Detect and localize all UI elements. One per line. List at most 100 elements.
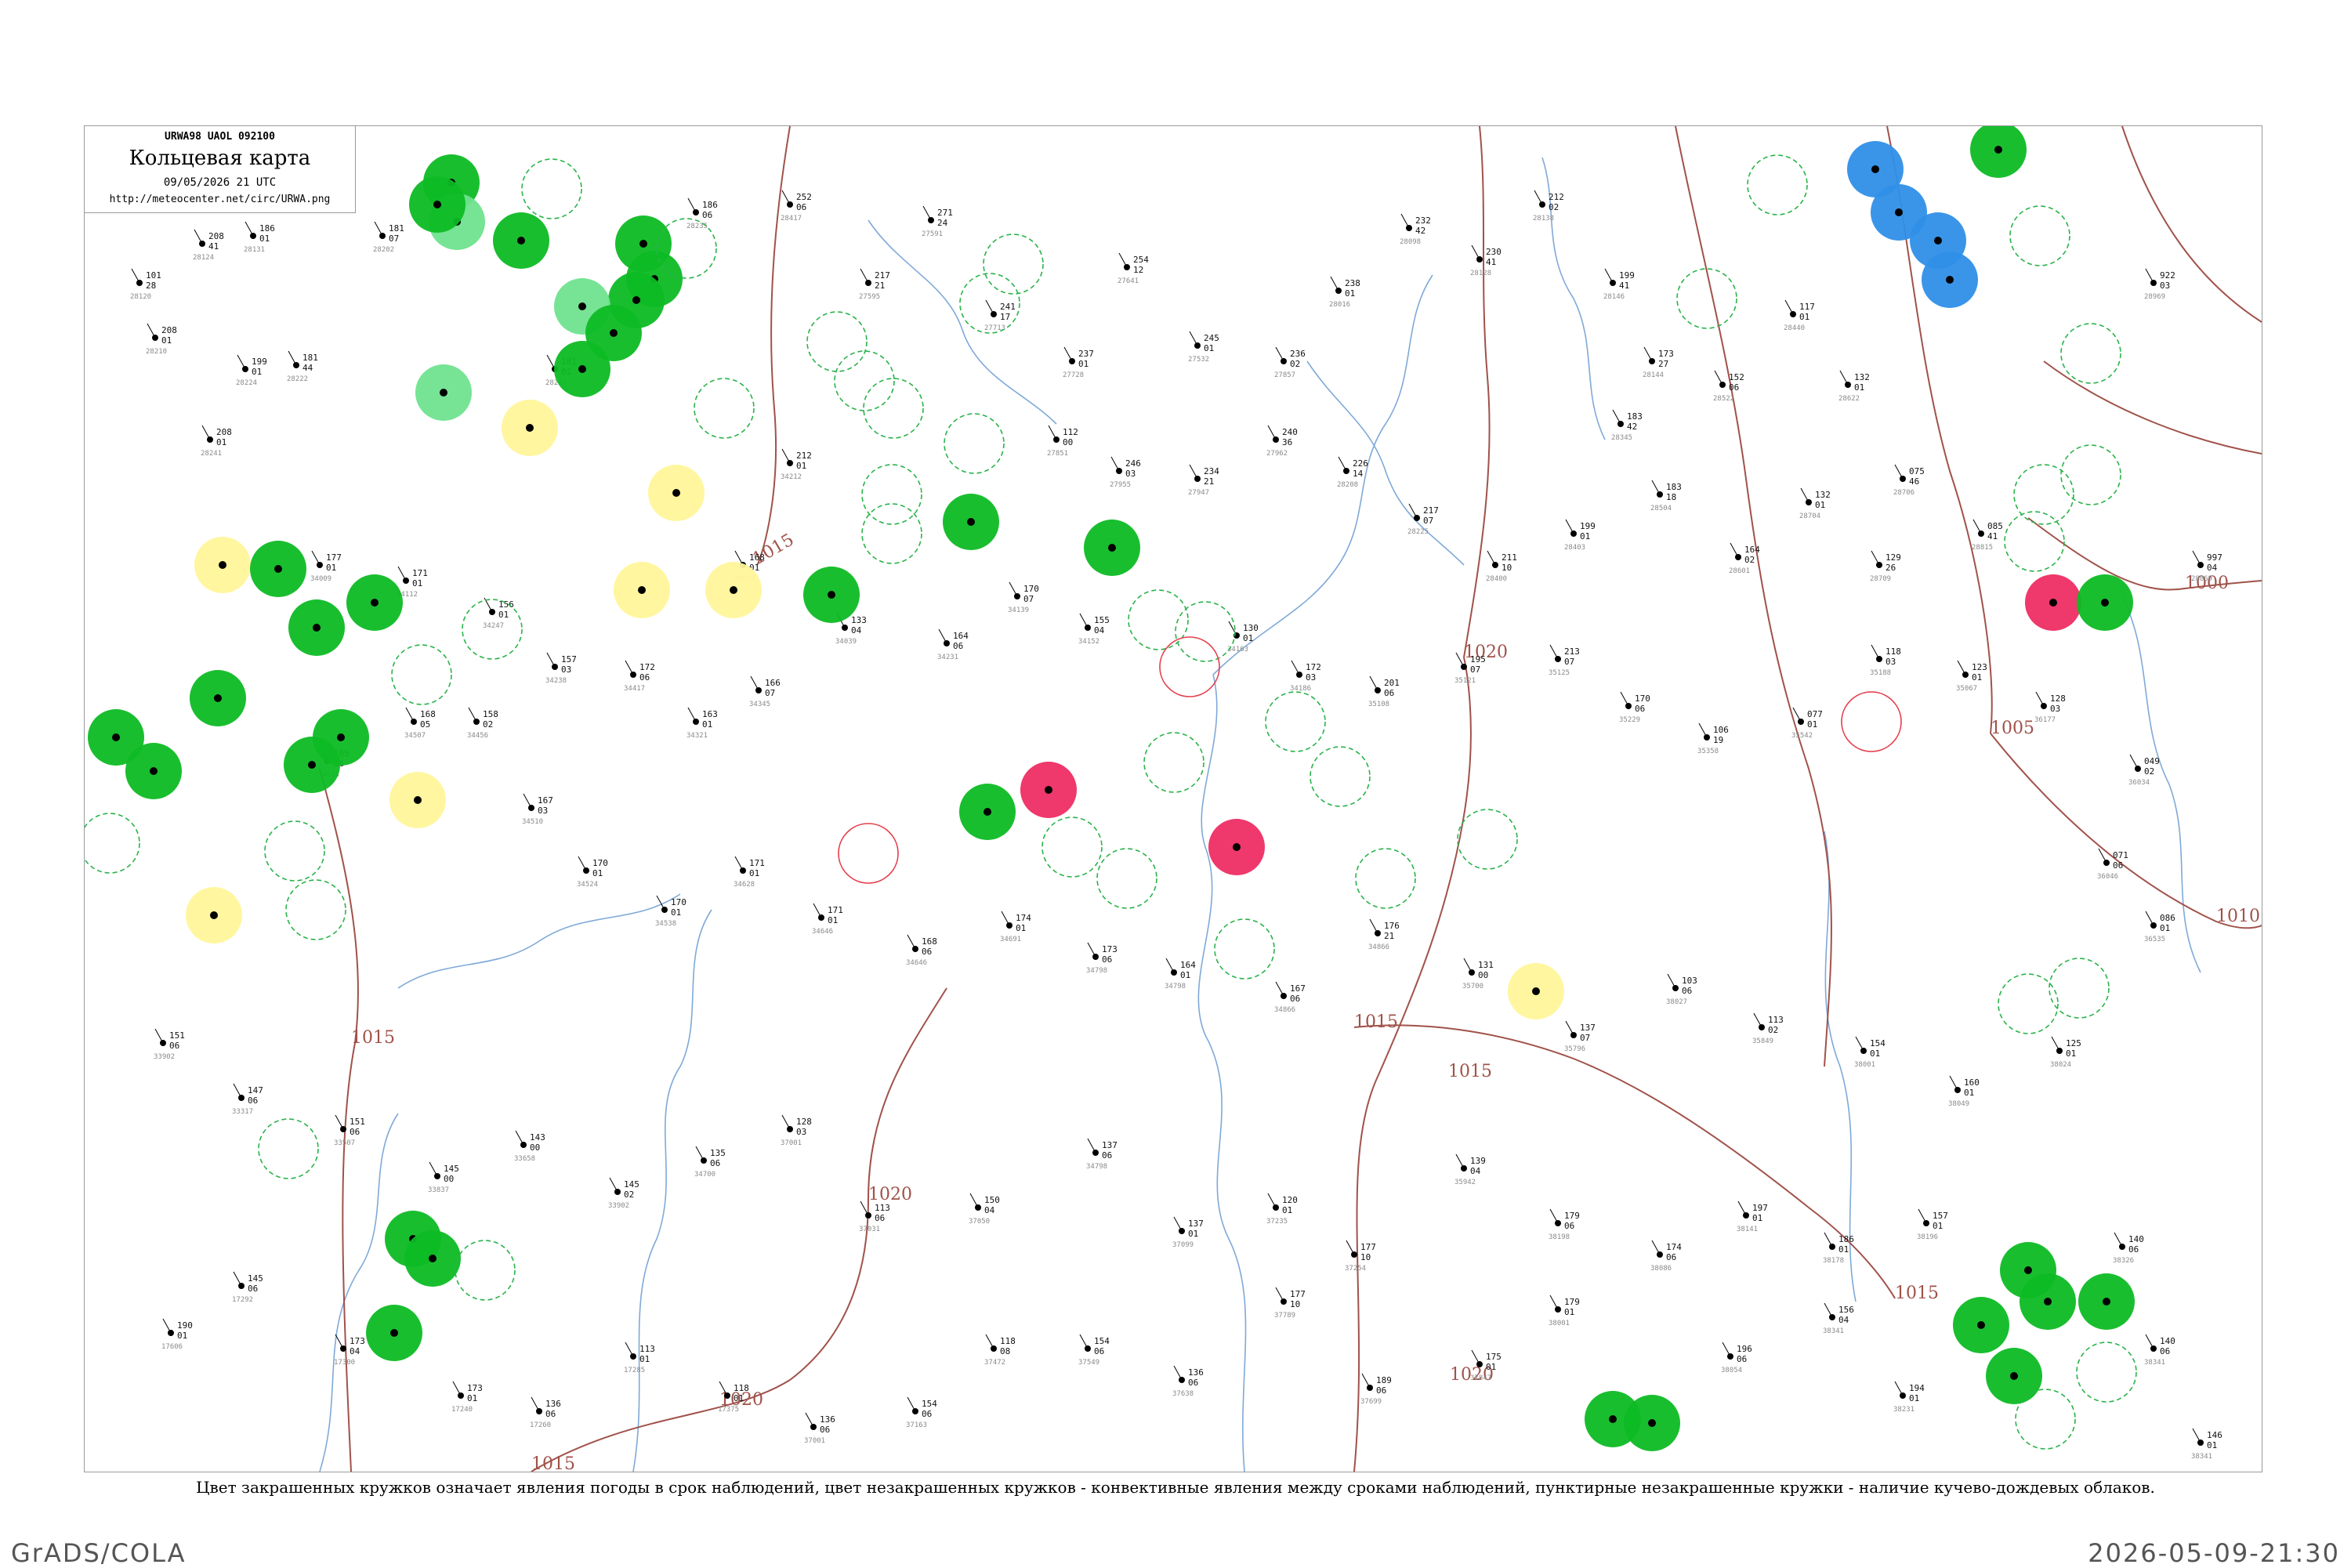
river-9 [319, 1113, 399, 1472]
station: 15401 38001 [1854, 1036, 1886, 1069]
station: 19701 38141 [1737, 1200, 1768, 1233]
weather-circle-yellow [389, 772, 446, 828]
wind-barb [1189, 331, 1198, 346]
station: 15106 33507 [334, 1114, 365, 1147]
wind-barb [1275, 1287, 1284, 1302]
station-tendency: 01 [639, 1354, 650, 1364]
station-index: 35125 [1549, 669, 1570, 677]
wind-barb [335, 1334, 344, 1349]
station-tendency: 01 [671, 907, 681, 918]
map-title: Кольцевая карта [129, 147, 311, 170]
wind-barb [1612, 409, 1621, 425]
station-tendency: 26 [1886, 563, 1896, 573]
station-tendency: 02 [624, 1190, 634, 1200]
station-index: 28440 [1784, 324, 1805, 332]
station-tendency: 01 [177, 1331, 187, 1341]
station-index: 28869 [2191, 575, 2212, 583]
weather-circle-green [346, 574, 403, 631]
station: 13707 35796 [1564, 1020, 1596, 1053]
wind-barb [1753, 1012, 1762, 1028]
station: 15802 34456 [467, 707, 498, 740]
isobar-line-1 [756, 126, 791, 566]
weather-circle-green [1953, 1297, 2009, 1353]
station-dot [672, 489, 680, 497]
station-tendency: 06 [248, 1095, 258, 1106]
wind-barb [1291, 660, 1300, 675]
station-index: 38141 [1737, 1226, 1758, 1233]
weather-circle-green [2020, 1273, 2076, 1330]
station-tendency: 10 [1502, 563, 1512, 573]
convective-circle [838, 823, 899, 884]
weather-circle-red [1208, 819, 1265, 875]
cb-dashed-circle [1676, 268, 1737, 329]
station-tendency: 01 [1909, 1393, 1919, 1403]
station-pressure: 201 [1384, 678, 1400, 688]
wind-barb [237, 354, 246, 370]
station: 17001 34524 [577, 856, 608, 889]
map-source-url[interactable]: http://meteocenter.net/circ/URWA.png [85, 194, 355, 205]
station-index: 33658 [514, 1155, 535, 1163]
isobar-labels-layer: 1015990995100010051010102010151015102010… [351, 531, 2260, 1472]
weather-circle-green [1084, 520, 1140, 576]
wind-barb [1839, 370, 1849, 386]
station: 23041 28128 [1470, 244, 1502, 277]
station-index: 27857 [1274, 371, 1295, 379]
wind-barb [1784, 299, 1794, 315]
station: 13606 37001 [804, 1412, 835, 1445]
station: 17710 37789 [1274, 1287, 1306, 1320]
station-dot [274, 565, 282, 573]
station-tendency: 01 [2207, 1440, 2217, 1450]
cb-dashed-circle [2076, 1342, 2137, 1403]
station-index: 28345 [1611, 434, 1632, 442]
wind-barb [1737, 1200, 1747, 1216]
wind-barb [1871, 644, 1880, 660]
station: 17001 34538 [655, 895, 686, 928]
wind-barb [1894, 1381, 1904, 1396]
station-tendency: 01 [1972, 672, 1982, 683]
wind-barb [245, 221, 254, 237]
cb-dashed-circle [391, 644, 452, 705]
station: 16301 34321 [686, 707, 718, 740]
wind-barb [1667, 973, 1676, 989]
station-index: 34039 [835, 638, 857, 646]
station-tendency: 03 [561, 664, 571, 675]
station-index: 35358 [1697, 748, 1719, 755]
station-tendency: 01 [467, 1393, 477, 1403]
station-tendency: 01 [1815, 500, 1825, 510]
station-tendency: 07 [1470, 664, 1480, 675]
station-tendency: 01 [828, 915, 838, 925]
synoptic-map[interactable]: 1015990995100010051010102010151015102010… [85, 126, 2262, 1472]
station-tendency: 01 [1204, 343, 1214, 353]
wind-barb [1722, 1342, 1731, 1357]
station-index: 35121 [1454, 677, 1476, 685]
station-tendency: 06 [922, 1409, 932, 1419]
station-tendency: 14 [1353, 469, 1364, 479]
wind-barb [1267, 1193, 1277, 1208]
station-dot [639, 240, 647, 248]
station-index: 17240 [451, 1406, 473, 1414]
station-index: 37163 [906, 1421, 927, 1429]
station-index: 28601 [1729, 567, 1750, 575]
station-tendency: 08 [1000, 1346, 1010, 1356]
station-pressure: 145 [248, 1273, 263, 1284]
station-index: 17375 [718, 1406, 739, 1414]
station-tendency: 06 [820, 1425, 830, 1435]
station: 23421 27947 [1188, 464, 1219, 497]
cb-dashed-circle [2009, 205, 2070, 266]
weather-circle-green [125, 743, 182, 799]
station-index: 28144 [1643, 371, 1664, 379]
convective-circle [1159, 636, 1220, 697]
station-pressure: 208 [208, 231, 224, 241]
wind-barb [907, 1396, 916, 1412]
station-tendency: 41 [1987, 531, 1998, 541]
station-tendency: 06 [702, 210, 712, 220]
isobar-line-7 [1675, 126, 1832, 1067]
cb-dashed-circle [2013, 464, 2074, 525]
station-pressure: 112 [1063, 427, 1078, 437]
station: 13606 17260 [530, 1396, 561, 1429]
station: 14706 33317 [232, 1083, 263, 1116]
station: 21201 34212 [781, 448, 812, 481]
station: 19507 35121 [1454, 652, 1486, 685]
station-dot [1648, 1419, 1656, 1427]
wind-barb [2145, 911, 2154, 926]
